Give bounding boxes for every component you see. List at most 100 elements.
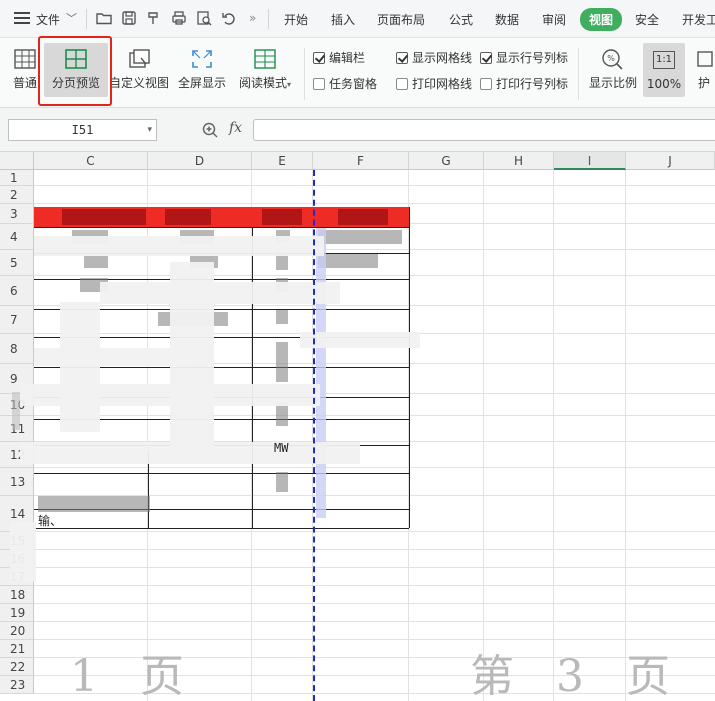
gridline [483, 170, 484, 701]
open-folder-icon[interactable] [95, 9, 113, 27]
print-icon[interactable] [170, 9, 188, 27]
zoom-percent-icon: % [601, 48, 625, 70]
gridline [34, 621, 715, 622]
checkbox-unchecked-icon [313, 78, 325, 90]
row-header-4[interactable]: 4 [0, 224, 34, 250]
row-header-2[interactable]: 2 [0, 186, 34, 204]
tab-security[interactable]: 安全 [635, 11, 659, 28]
undo-icon[interactable] [220, 9, 238, 27]
table-border [34, 473, 409, 474]
worksheet-grid[interactable]: CDEFGHIJ 1234567891011121314151617181920… [0, 152, 715, 701]
fullscreen-button[interactable]: 全屏显示 [174, 43, 230, 97]
row-header-8[interactable]: 8 [0, 334, 34, 364]
print-gridlines-checkbox[interactable]: 打印网格线 [396, 75, 472, 92]
formula-bar-checkbox[interactable]: 编辑栏 [313, 49, 365, 66]
column-header-d[interactable]: D [148, 152, 252, 170]
column-header-i[interactable]: I [554, 152, 626, 170]
page-break-preview-highlight [38, 36, 112, 106]
row-header-20[interactable]: 20 [0, 622, 34, 640]
tab-page-layout[interactable]: 页面布局 [377, 11, 425, 28]
gridline [34, 415, 715, 416]
row-header-23[interactable]: 23 [0, 676, 34, 694]
tab-data[interactable]: 数据 [495, 11, 519, 28]
more-commands-icon[interactable]: » [249, 11, 256, 25]
actual-size-icon: 1:1 [653, 51, 675, 69]
table-border [409, 207, 410, 528]
gridline [34, 185, 715, 186]
print-headers-checkbox[interactable]: 打印行号列标 [480, 75, 568, 92]
reading-mode-button[interactable]: 阅读模式▾ [234, 43, 296, 97]
normal-view-icon [13, 48, 37, 70]
gridline [553, 170, 554, 701]
row-header-5[interactable]: 5 [0, 250, 34, 276]
task-pane-checkbox[interactable]: 任务窗格 [313, 75, 377, 92]
checkbox-checked-icon [313, 52, 325, 64]
save-icon[interactable] [120, 9, 138, 27]
column-header-e[interactable]: E [252, 152, 313, 170]
print-preview-icon[interactable] [195, 9, 213, 27]
row-header-1[interactable]: 1 [0, 170, 34, 186]
column-header-j[interactable]: J [626, 152, 715, 170]
select-all-corner[interactable] [0, 152, 34, 170]
formula-bar: I51 ▾ fx [0, 108, 715, 152]
protect-button[interactable]: 护 [692, 43, 715, 97]
file-menu-chevron-down-icon[interactable]: ﹀ [66, 10, 77, 26]
formula-input[interactable] [253, 119, 715, 141]
page-break-line[interactable] [313, 170, 315, 701]
tab-view[interactable]: 视图 [580, 8, 623, 31]
column-header-c[interactable]: C [34, 152, 148, 170]
insert-function-icon[interactable]: fx [229, 120, 242, 136]
reading-mode-chevron-down-icon: ▾ [287, 80, 292, 89]
cell-e12[interactable]: MW [274, 441, 288, 455]
custom-view-button[interactable]: 自定义视图 [108, 43, 170, 97]
ribbon-divider [304, 48, 305, 100]
row-header-21[interactable]: 21 [0, 640, 34, 658]
checkbox-checked-icon [480, 52, 492, 64]
row-header-7[interactable]: 7 [0, 306, 34, 334]
name-box[interactable]: I51 ▾ [8, 119, 157, 141]
gridline [625, 170, 626, 701]
tab-developer[interactable]: 开发工 [682, 11, 715, 28]
svg-text:%: % [607, 54, 615, 63]
fullscreen-icon [190, 48, 214, 70]
name-box-chevron-down-icon[interactable]: ▾ [147, 120, 152, 140]
row-header-3[interactable]: 3 [0, 204, 34, 224]
hamburger-menu-icon[interactable] [14, 12, 30, 24]
tab-insert[interactable]: 插入 [331, 11, 355, 28]
column-header-h[interactable]: H [484, 152, 554, 170]
menu-divider [268, 9, 269, 29]
tab-formulas[interactable]: 公式 [449, 11, 473, 28]
show-gridlines-checkbox[interactable]: 显示网格线 [396, 49, 472, 66]
custom-view-icon [127, 48, 151, 70]
row-header-22[interactable]: 22 [0, 658, 34, 676]
zoom-in-icon[interactable] [201, 121, 219, 139]
tab-home[interactable]: 开始 [284, 11, 308, 28]
gridline [34, 549, 715, 550]
row-header-13[interactable]: 13 [0, 468, 34, 496]
gridline [34, 567, 715, 568]
ribbon-divider [578, 48, 579, 100]
row-header-18[interactable]: 18 [0, 586, 34, 604]
gridline [34, 467, 715, 468]
column-header-g[interactable]: G [409, 152, 484, 170]
gridline [34, 203, 715, 204]
column-header-f[interactable]: F [313, 152, 409, 170]
page-label-3: 第 3 页 [470, 651, 684, 701]
page-label-1: 1 页 [70, 651, 198, 701]
protect-icon [692, 48, 715, 70]
show-headers-checkbox[interactable]: 显示行号列标 [480, 49, 568, 66]
table-border [34, 227, 409, 228]
menu-bar: 文件 ﹀ » 开始 插入 页面布局 公式 数据 审阅 视图 安全 开发工 [0, 0, 715, 38]
format-painter-icon[interactable] [145, 9, 163, 27]
checkbox-unchecked-icon [480, 78, 492, 90]
row-header-19[interactable]: 19 [0, 604, 34, 622]
gridline [34, 275, 715, 276]
row-header-6[interactable]: 6 [0, 276, 34, 306]
cell-c14[interactable]: 输、 [38, 512, 62, 529]
gridline [34, 603, 715, 604]
zoom-button[interactable]: % 显示比例 [586, 43, 640, 97]
normal-view-button[interactable]: 普通 [8, 43, 42, 97]
file-menu[interactable]: 文件 [36, 11, 60, 28]
tab-review[interactable]: 审阅 [542, 11, 566, 28]
zoom-100-button[interactable]: 1:1 100% [643, 43, 685, 97]
